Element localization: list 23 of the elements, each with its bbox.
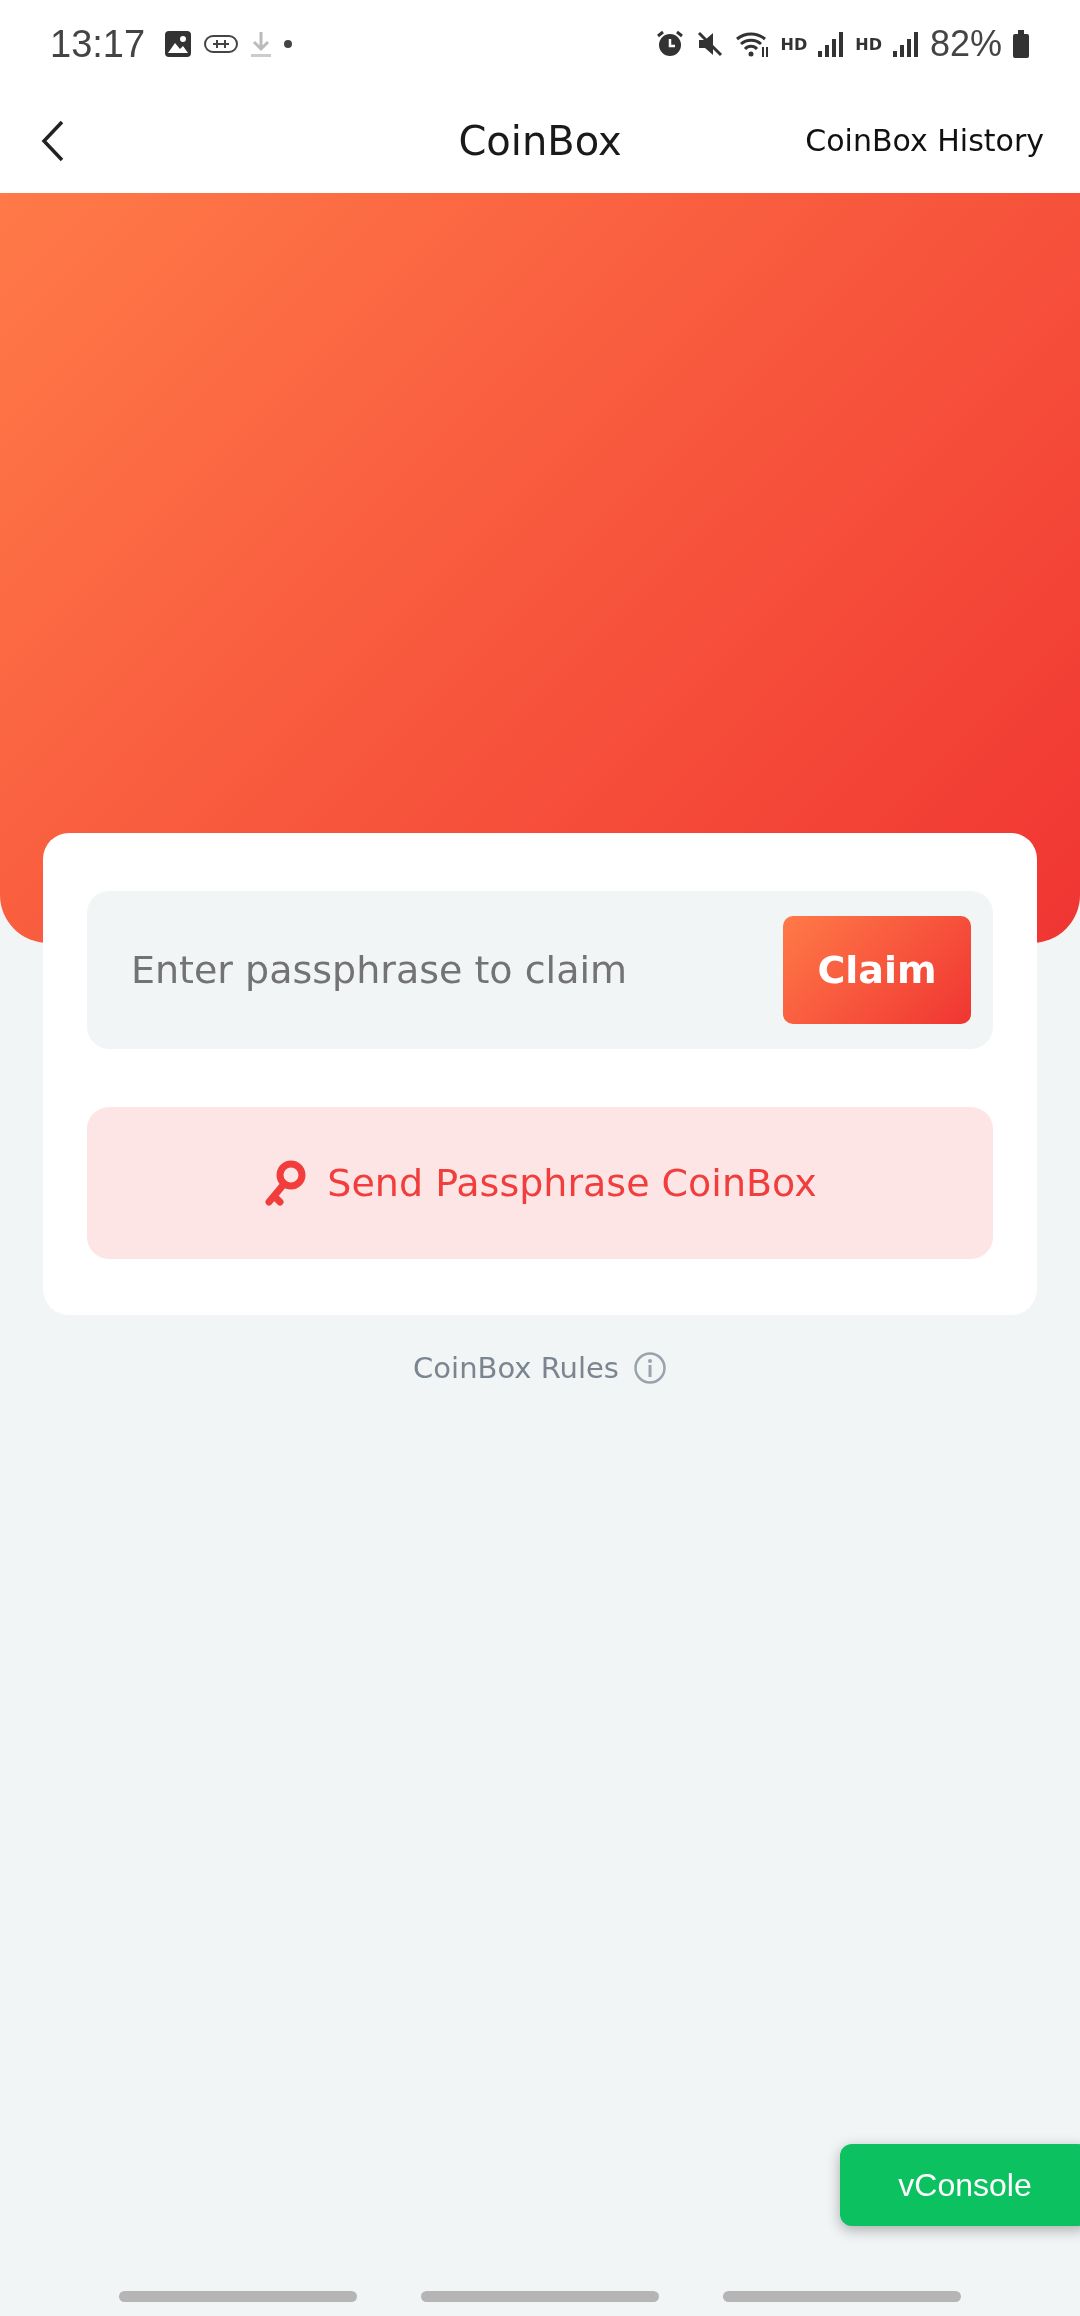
send-passphrase-button[interactable]: Send Passphrase CoinBox (87, 1107, 993, 1259)
battery-percent: 82% (929, 23, 1002, 65)
vconsole-button[interactable]: vConsole (840, 2144, 1080, 2226)
nav-handle[interactable] (119, 2291, 357, 2302)
passphrase-field[interactable]: Enter passphrase to claim Claim (87, 891, 993, 1049)
notification-dot-icon (283, 39, 294, 49)
image-icon (163, 29, 194, 59)
status-time: 13:17 (50, 22, 146, 66)
alarm-icon (654, 29, 685, 59)
signal-icon (891, 29, 920, 59)
claim-button[interactable]: Claim (783, 916, 971, 1024)
download-icon (249, 29, 274, 59)
battery-icon (1012, 29, 1030, 59)
page-title: CoinBox (458, 117, 622, 164)
rules-link[interactable]: CoinBox Rules (413, 1351, 619, 1385)
signal-icon (817, 29, 846, 59)
network-label: HD (855, 34, 882, 54)
nav-handle[interactable] (723, 2291, 961, 2302)
info-icon[interactable] (632, 1351, 667, 1385)
cable-icon (203, 33, 240, 55)
history-link[interactable]: CoinBox History (805, 123, 1044, 158)
nav-handle[interactable] (421, 2291, 659, 2302)
network-label: HD (780, 34, 808, 54)
